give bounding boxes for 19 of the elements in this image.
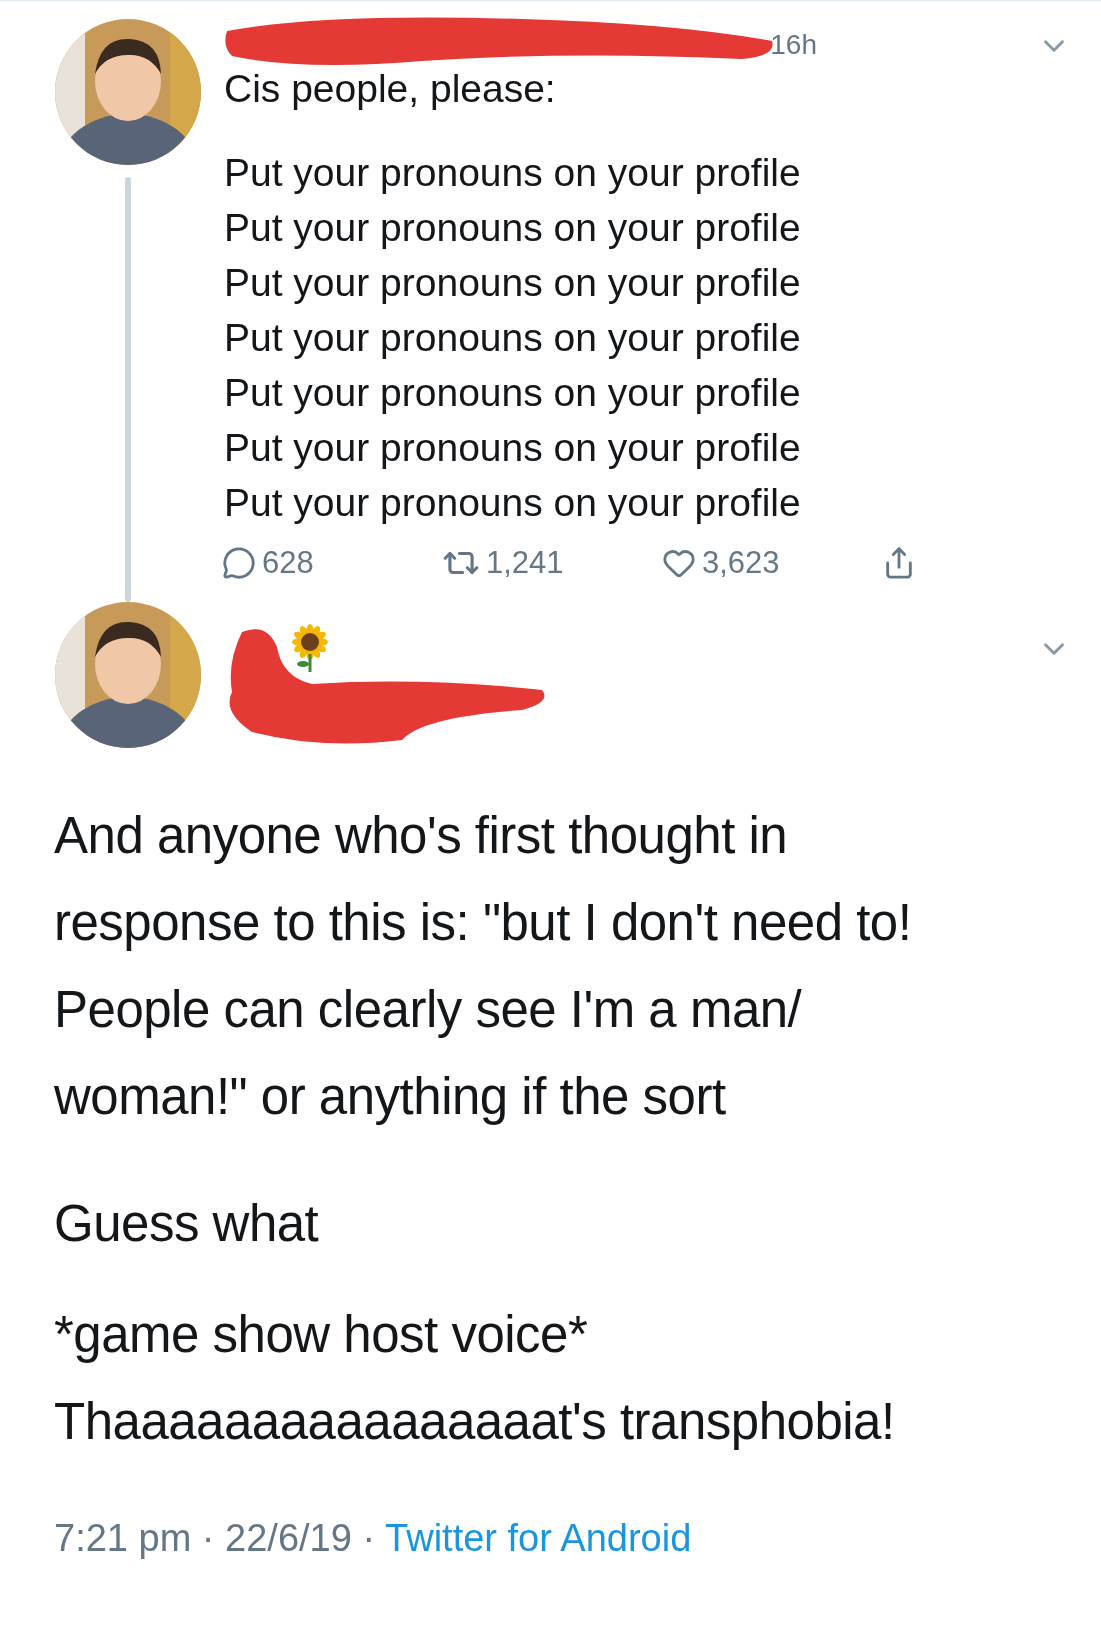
like-count: 3,623 (702, 545, 780, 581)
tweet-text: Put your pronouns on your profile (224, 205, 802, 251)
tweet-text: Put your pronouns on your profile (224, 425, 802, 471)
tweet-text: Put your pronouns on your profile (224, 150, 802, 196)
tweet-text: Put your pronouns on your profile (224, 480, 802, 526)
retweet-count: 1,241 (486, 545, 564, 581)
tweet-text: Thaaaaaaaaaaaaaaaat's transphobia! (54, 1392, 896, 1452)
tweet-text: Put your pronouns on your profile (224, 260, 802, 306)
tweet-text: *game show host voice* (54, 1305, 589, 1365)
tweet-text: Cis people, please: (224, 67, 557, 111)
tweet-text: Put your pronouns on your profile (224, 315, 802, 361)
tweet-text: Put your pronouns on your profile (224, 370, 802, 416)
reply-icon[interactable] (222, 546, 256, 580)
tweet-text: Guess what (54, 1194, 320, 1254)
source-link[interactable]: Twitter for Android (385, 1517, 692, 1560)
tweet-text: And anyone who's first thought in response to this is: "but I don't need to! People can clearly see I'm a man/ woman!" or anything if the sort (54, 806, 913, 1127)
tweet-timestamp: 7:21 pm · 22/6/19 · (54, 1517, 376, 1560)
reply-count: 628 (262, 545, 314, 581)
tweet-time: 16h (770, 29, 817, 61)
